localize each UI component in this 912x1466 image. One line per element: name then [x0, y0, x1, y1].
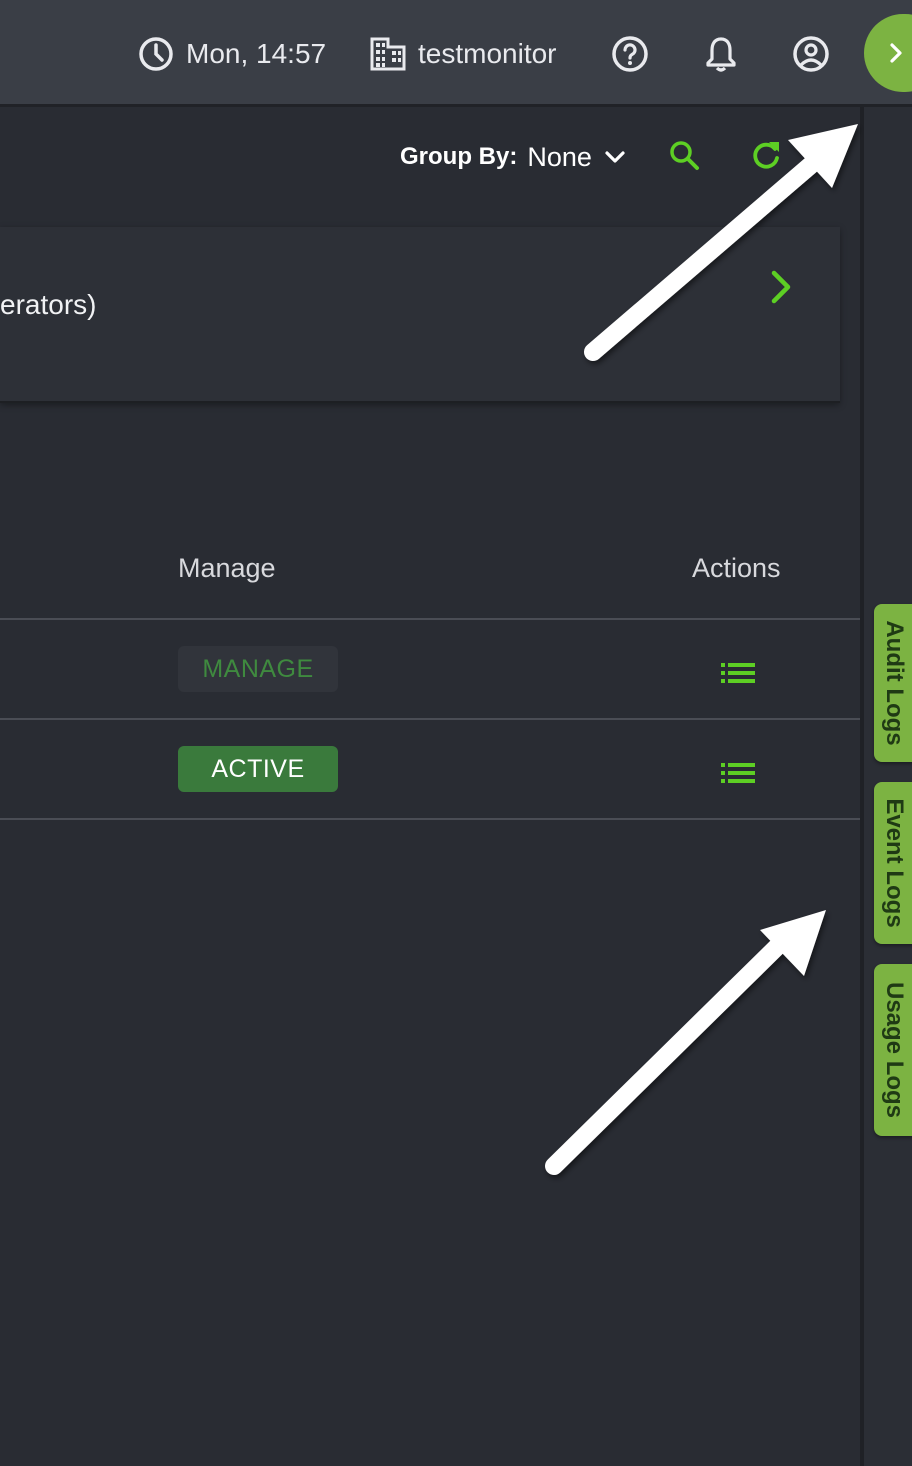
row-actions-button[interactable] — [718, 753, 758, 793]
tab-usage-logs[interactable]: Usage Logs — [874, 964, 912, 1136]
group-by-label: Group By: — [400, 143, 518, 170]
manage-button[interactable]: MANAGE — [178, 646, 338, 692]
user-icon — [793, 36, 829, 72]
search-icon — [670, 141, 699, 170]
list-icon — [721, 663, 755, 683]
column-header-actions: Actions — [692, 553, 781, 583]
org-name: testmonitor — [418, 38, 557, 69]
column-header-manage[interactable]: Manage — [178, 553, 276, 584]
refresh-button[interactable] — [746, 135, 786, 175]
chevron-right-icon — [890, 43, 902, 63]
group-card[interactable]: erators) — [0, 227, 840, 403]
notifications-button[interactable] — [697, 30, 745, 78]
top-bar: Mon, 14:57 testmonitor — [0, 0, 912, 107]
tab-audit-logs-label: Audit Logs — [881, 620, 908, 746]
tab-audit-logs[interactable]: Audit Logs — [874, 604, 912, 762]
divider — [0, 818, 860, 820]
group-by-value: None — [527, 141, 592, 172]
list-icon — [721, 763, 755, 783]
tab-usage-logs-label: Usage Logs — [881, 981, 908, 1119]
row-actions-button[interactable] — [718, 653, 758, 693]
refresh-icon — [753, 142, 779, 169]
active-button[interactable]: ACTIVE — [178, 746, 338, 792]
clock: Mon, 14:57 — [138, 30, 326, 78]
panel-toggle-button[interactable] — [864, 14, 912, 92]
account-button[interactable] — [787, 30, 835, 78]
chevron-down-icon — [605, 151, 625, 163]
chevron-right-icon[interactable] — [762, 267, 802, 307]
main-content: Group By: None erators) Manage Actions M… — [0, 107, 860, 1466]
help-button[interactable] — [606, 30, 654, 78]
tab-event-logs-label: Event Logs — [881, 798, 908, 928]
help-icon — [612, 36, 648, 72]
search-button[interactable] — [664, 135, 704, 175]
clock-icon — [139, 37, 173, 71]
bell-icon — [706, 37, 736, 72]
current-time: Mon, 14:57 — [186, 38, 327, 69]
divider — [0, 718, 860, 720]
org-selector[interactable]: testmonitor — [370, 30, 557, 78]
group-by-selector[interactable]: Group By: None — [400, 137, 628, 177]
card-title: erators) — [0, 289, 97, 320]
building-icon — [370, 37, 406, 71]
tab-event-logs[interactable]: Event Logs — [874, 782, 912, 944]
divider — [0, 618, 860, 620]
